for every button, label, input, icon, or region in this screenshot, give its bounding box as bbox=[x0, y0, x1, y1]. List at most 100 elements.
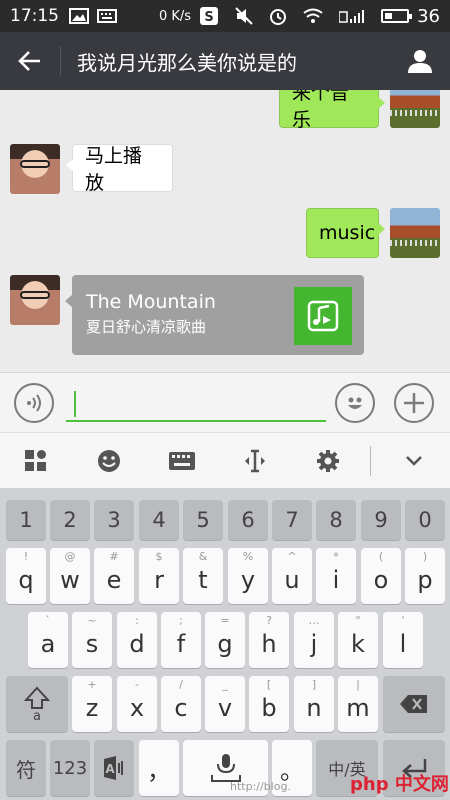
apps-icon bbox=[25, 449, 47, 471]
voice-button[interactable] bbox=[14, 383, 54, 423]
key-alt-label: " bbox=[355, 614, 361, 627]
key-c[interactable]: / c bbox=[161, 676, 201, 732]
message-input[interactable] bbox=[66, 386, 326, 422]
key-alt-label: … bbox=[308, 614, 320, 627]
my-avatar[interactable] bbox=[390, 90, 440, 128]
music-subtitle: 夏日舒心清凉歌曲 bbox=[86, 318, 207, 336]
message-bubble[interactable]: 马上播放 bbox=[66, 144, 173, 194]
key-b[interactable]: [b bbox=[249, 676, 289, 732]
key-9[interactable]: 9 bbox=[361, 500, 401, 540]
key-m[interactable]: | m bbox=[338, 676, 378, 732]
symbol-key[interactable]: 符 bbox=[6, 740, 46, 796]
input-mode-key[interactable]: A bbox=[94, 740, 134, 796]
backspace-key[interactable] bbox=[383, 676, 445, 732]
numbers-key[interactable]: 123 bbox=[50, 740, 90, 796]
music-note-icon[interactable] bbox=[294, 287, 352, 345]
collapse-button[interactable] bbox=[377, 433, 450, 489]
key-7[interactable]: 7 bbox=[272, 500, 312, 540]
cursor-button[interactable] bbox=[219, 433, 292, 489]
key-label: w bbox=[60, 566, 80, 594]
back-button[interactable] bbox=[0, 32, 60, 90]
key-v[interactable]: _ v bbox=[205, 676, 245, 732]
shift-icon: a bbox=[24, 686, 50, 722]
key-alt-label: & bbox=[198, 550, 208, 563]
key-label: v bbox=[217, 694, 233, 722]
more-button[interactable] bbox=[394, 383, 434, 423]
header-divider bbox=[60, 46, 61, 76]
key-0[interactable]: 0 bbox=[405, 500, 445, 540]
key-g[interactable]: = g bbox=[205, 612, 245, 668]
key-e[interactable]: # e bbox=[94, 548, 134, 604]
profile-button[interactable] bbox=[390, 32, 450, 90]
chat-area[interactable]: 来个音乐 马上播放 music The Mountain 夏日舒心清凉歌曲 bbox=[0, 90, 450, 372]
message-text: 来个音乐 bbox=[292, 90, 350, 131]
key-6[interactable]: 6 bbox=[228, 500, 268, 540]
key-5[interactable]: 5 bbox=[183, 500, 223, 540]
key-f[interactable]: ; f bbox=[161, 612, 201, 668]
key-t[interactable]: & t bbox=[183, 548, 223, 604]
keyboard-status-icon bbox=[97, 9, 117, 23]
key-alt-label: $ bbox=[155, 550, 163, 563]
keyboard-switch-button[interactable] bbox=[146, 433, 219, 489]
ai-input-icon: A bbox=[104, 756, 123, 780]
music-card[interactable]: The Mountain 夏日舒心清凉歌曲 bbox=[65, 275, 364, 355]
key-u[interactable]: ^ u bbox=[272, 548, 312, 604]
key-r[interactable]: $ r bbox=[139, 548, 179, 604]
keyboard-icon bbox=[169, 451, 196, 470]
my-avatar[interactable] bbox=[390, 208, 440, 258]
key-alt-label: ~ bbox=[87, 614, 97, 627]
key-j[interactable]: … j bbox=[294, 612, 334, 668]
key-1[interactable]: 1 bbox=[6, 500, 46, 540]
collapse-icon bbox=[405, 455, 422, 466]
chat-header: 我说月光那么美你说是的 bbox=[0, 32, 450, 90]
key-8[interactable]: 8 bbox=[316, 500, 356, 540]
key-label: d bbox=[129, 630, 145, 658]
key-h[interactable]: ? h bbox=[249, 612, 289, 668]
key-alt-label: ( bbox=[378, 550, 384, 563]
settings-button[interactable] bbox=[291, 433, 364, 489]
key-label: z bbox=[85, 694, 99, 722]
key-label: l bbox=[399, 630, 407, 658]
key-label: c bbox=[174, 694, 188, 722]
shift-key[interactable]: a bbox=[6, 676, 68, 732]
key-a[interactable]: ` a bbox=[28, 612, 68, 668]
ime-emoji-button[interactable] bbox=[73, 433, 146, 489]
key-alt-label: ^ bbox=[287, 550, 297, 563]
key-i[interactable]: * i bbox=[316, 548, 356, 604]
key-z[interactable]: + z bbox=[72, 676, 112, 732]
message-text: music bbox=[319, 222, 376, 244]
key-4[interactable]: 4 bbox=[139, 500, 179, 540]
key-n[interactable]: ] n bbox=[294, 676, 334, 732]
s-app-icon: S bbox=[199, 6, 219, 26]
key-s[interactable]: ~ s bbox=[72, 612, 112, 668]
friend-avatar[interactable] bbox=[10, 275, 60, 325]
key-y[interactable]: % y bbox=[228, 548, 268, 604]
key-p[interactable]: ) p bbox=[405, 548, 445, 604]
message-bubble[interactable]: 来个音乐 bbox=[279, 90, 385, 131]
key-3[interactable]: 3 bbox=[94, 500, 134, 540]
key-d[interactable]: :d bbox=[117, 612, 157, 668]
emoji-icon bbox=[98, 449, 121, 472]
svg-text:a: a bbox=[33, 709, 41, 722]
apps-button[interactable] bbox=[0, 433, 73, 489]
key-label: e bbox=[106, 566, 122, 594]
plus-icon bbox=[404, 393, 424, 413]
key-x[interactable]: -x bbox=[117, 676, 157, 732]
key-q[interactable]: ! q bbox=[6, 548, 46, 604]
alarm-icon bbox=[269, 7, 287, 25]
key-alt-label: : bbox=[135, 614, 139, 627]
friend-avatar[interactable] bbox=[10, 144, 60, 194]
key-l[interactable]: ' l bbox=[383, 612, 423, 668]
key-label: t bbox=[198, 566, 208, 594]
key-alt-label: + bbox=[87, 678, 97, 691]
backspace-icon bbox=[400, 695, 427, 713]
key-o[interactable]: (o bbox=[361, 548, 401, 604]
key-2[interactable]: 2 bbox=[50, 500, 90, 540]
key-alt-label: | bbox=[356, 678, 360, 691]
emoji-button[interactable] bbox=[335, 383, 375, 423]
person-icon bbox=[408, 50, 432, 73]
comma-key[interactable]: ， bbox=[139, 740, 179, 796]
key-w[interactable]: @ w bbox=[50, 548, 90, 604]
message-bubble[interactable]: music bbox=[306, 208, 385, 258]
key-k[interactable]: " k bbox=[338, 612, 378, 668]
